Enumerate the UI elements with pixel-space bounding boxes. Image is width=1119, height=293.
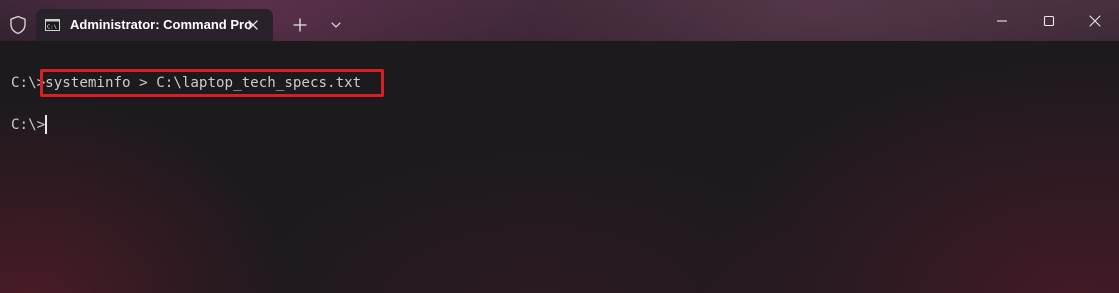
chevron-down-icon[interactable] — [326, 13, 346, 37]
tab-title: Administrator: Command Pro — [70, 17, 253, 32]
command-prompt-icon: C:\ — [45, 19, 60, 31]
close-icon[interactable] — [1075, 6, 1115, 36]
command-highlight-box — [40, 69, 384, 97]
shield-icon — [10, 15, 26, 35]
plus-icon[interactable] — [288, 13, 312, 37]
title-bar: C:\ Administrator: Command Pro — [0, 0, 1119, 41]
terminal-window: C:\ Administrator: Command Pro C:\>syste… — [0, 0, 1119, 293]
close-icon[interactable] — [243, 15, 263, 35]
terminal-line-prompt[interactable]: C:\> — [11, 116, 45, 134]
tab-command-prompt[interactable]: C:\ Administrator: Command Pro — [36, 9, 273, 41]
svg-text:C:\: C:\ — [47, 25, 57, 31]
prompt-text: C:\> — [11, 117, 46, 133]
text-cursor — [45, 115, 47, 134]
minimize-icon[interactable] — [982, 6, 1022, 36]
maximize-icon[interactable] — [1029, 6, 1069, 36]
